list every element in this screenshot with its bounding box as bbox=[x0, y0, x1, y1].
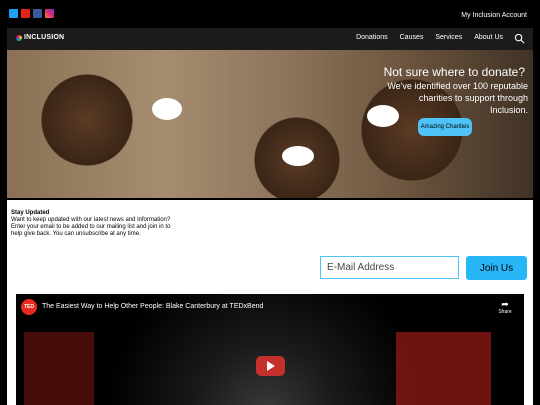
play-button[interactable] bbox=[256, 356, 285, 376]
nav-item-donations[interactable]: Donations bbox=[356, 34, 388, 41]
email-input[interactable] bbox=[320, 256, 459, 279]
nav-item-causes[interactable]: Causes bbox=[400, 34, 424, 41]
youtube-icon[interactable] bbox=[21, 9, 30, 18]
nav-item-about-us[interactable]: About Us bbox=[474, 34, 503, 41]
share-label: Share bbox=[498, 309, 512, 315]
logo-text: INCLUSION bbox=[24, 34, 65, 41]
hero-smile-1 bbox=[152, 98, 182, 120]
twitter-icon[interactable] bbox=[9, 9, 18, 18]
logo-mark-icon bbox=[16, 34, 22, 41]
search-icon[interactable] bbox=[514, 33, 525, 44]
top-bar: My Inclusion Account bbox=[0, 0, 540, 28]
newsletter-text: Want to keep updated with our latest new… bbox=[11, 217, 171, 237]
hero-headline: Not sure where to donate? bbox=[383, 65, 525, 79]
facebook-icon[interactable] bbox=[33, 9, 42, 18]
account-link[interactable]: My Inclusion Account bbox=[461, 12, 527, 19]
amazing-charities-button[interactable]: Amazing Charities bbox=[418, 118, 472, 136]
share-button[interactable]: ➦ Share bbox=[496, 299, 514, 319]
video-backdrop-left bbox=[24, 332, 94, 405]
video-player[interactable]: TED The Easiest Way to Help Other People… bbox=[16, 294, 524, 405]
nav-item-services[interactable]: Services bbox=[435, 34, 462, 41]
share-icon: ➦ bbox=[501, 299, 509, 309]
main-nav: INCLUSION Donations Causes Services Abou… bbox=[7, 28, 533, 50]
hero-subtext: We've identified over 100 reputable char… bbox=[387, 81, 528, 115]
join-us-button[interactable]: Join Us bbox=[466, 256, 527, 280]
nav-menu: Donations Causes Services About Us bbox=[356, 34, 503, 41]
main-content: Stay Updated Want to keep updated with o… bbox=[7, 200, 533, 405]
hero-banner: Not sure where to donate? We've identifi… bbox=[7, 50, 533, 198]
instagram-icon[interactable] bbox=[45, 9, 54, 18]
newsletter-title: Stay Updated bbox=[11, 210, 50, 216]
video-title[interactable]: The Easiest Way to Help Other People: Bl… bbox=[42, 303, 263, 310]
site-logo[interactable]: INCLUSION bbox=[16, 34, 64, 41]
video-backdrop-right bbox=[396, 332, 491, 405]
channel-logo[interactable]: TED bbox=[21, 299, 37, 315]
social-links bbox=[9, 9, 54, 18]
hero-smile-2 bbox=[282, 146, 314, 166]
